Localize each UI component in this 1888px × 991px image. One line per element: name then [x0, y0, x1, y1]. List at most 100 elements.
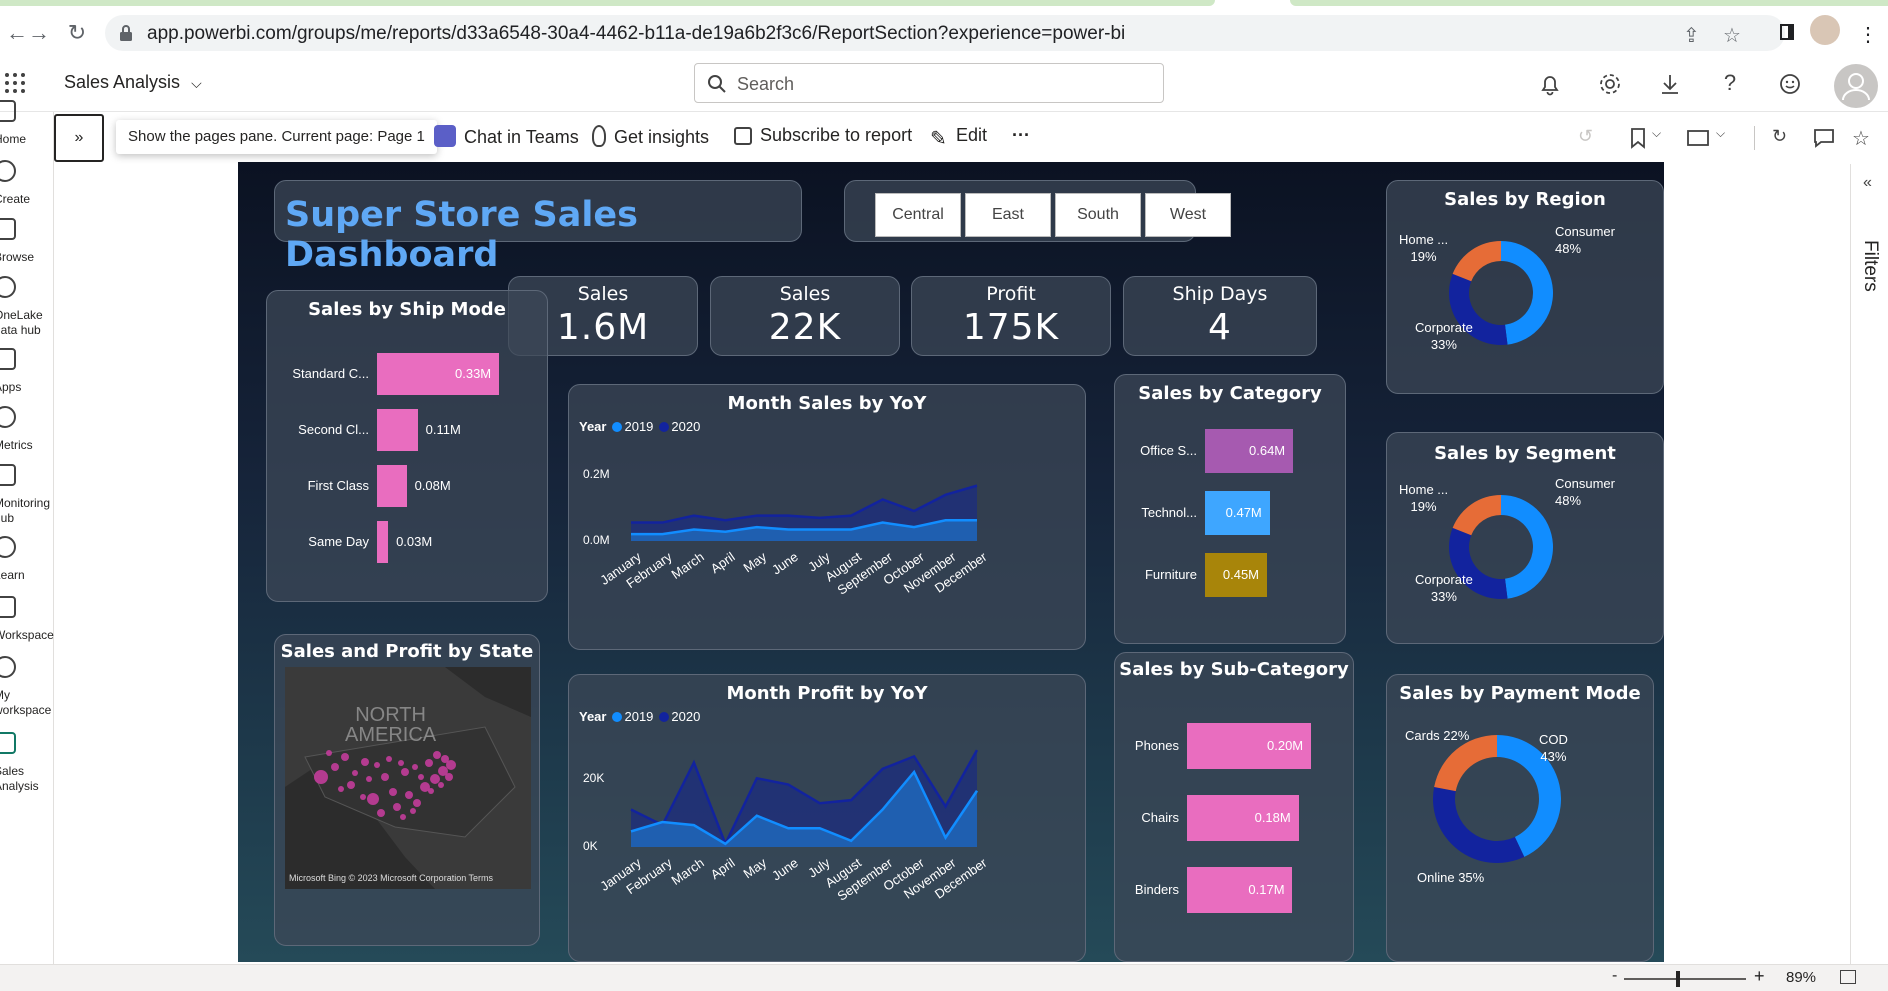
map-bubble[interactable]: [425, 759, 433, 767]
map-bubble[interactable]: [341, 753, 349, 761]
star-icon[interactable]: ☆: [1723, 23, 1741, 48]
download-icon[interactable]: [1656, 70, 1684, 98]
map-bubble[interactable]: [398, 760, 404, 766]
map-bubble[interactable]: [393, 803, 401, 811]
map-bubble[interactable]: [418, 774, 424, 780]
edit-button[interactable]: ✎ Edit: [930, 125, 987, 150]
favorite-star-icon[interactable]: ☆: [1852, 126, 1876, 150]
chart-sales-by-segment[interactable]: Sales by Segment Consumer 48% Corporate 3…: [1386, 432, 1664, 644]
slicer-south[interactable]: South: [1055, 193, 1141, 237]
map-bubble[interactable]: [430, 774, 440, 784]
chart-month-profit-by-yoy[interactable]: Month Profit by YoY Year 2019 2020 20K 0K Jan…: [568, 674, 1086, 962]
help-icon[interactable]: ?: [1716, 70, 1744, 98]
map-bubble[interactable]: [326, 750, 332, 756]
search-input[interactable]: Search: [694, 63, 1164, 103]
map-bubble[interactable]: [338, 786, 344, 792]
donut-slice[interactable]: [1452, 241, 1501, 282]
subscribe-button[interactable]: Subscribe to report: [734, 125, 912, 146]
map-bubble[interactable]: [347, 781, 355, 789]
map-bubble[interactable]: [367, 793, 379, 805]
url-field[interactable]: app.powerbi.com/groups/me/reports/d33a65…: [105, 15, 1785, 51]
map-bubble[interactable]: [400, 814, 406, 820]
app-name-dropdown[interactable]: Sales Analysis ⌵: [64, 72, 202, 93]
state-map[interactable]: NORTH AMERICA Microsoft Bing © 2023 Micr…: [285, 667, 531, 889]
chart-sales-by-sub-category[interactable]: Sales by Sub-Category Phones 0.20M Chairs 0…: [1114, 652, 1354, 962]
app-launcher-icon[interactable]: [4, 72, 26, 94]
map-bubble[interactable]: [413, 799, 421, 807]
area-plot[interactable]: [631, 481, 978, 541]
map-bubble[interactable]: [374, 762, 380, 768]
chart-title: Sales by Ship Mode: [308, 299, 506, 320]
bell-icon[interactable]: [1536, 70, 1564, 98]
feedback-smiley-icon[interactable]: [1776, 70, 1804, 98]
onelake-icon: [0, 276, 16, 298]
map-bubble[interactable]: [438, 782, 444, 788]
gear-icon[interactable]: [1596, 70, 1624, 98]
chat-in-teams-button[interactable]: Chat in Teams: [434, 125, 579, 148]
zoom-slider[interactable]: [1624, 971, 1746, 987]
slicer-central[interactable]: Central: [875, 193, 961, 237]
map-bubble[interactable]: [428, 788, 434, 794]
forward-arrow-icon[interactable]: →: [24, 18, 54, 48]
map-bubble[interactable]: [377, 809, 385, 817]
bar[interactable]: [377, 409, 418, 451]
more-options-button[interactable]: ···: [1012, 125, 1030, 146]
map-bubble[interactable]: [386, 756, 392, 762]
slicer-west[interactable]: West: [1145, 193, 1231, 237]
map-bubble[interactable]: [360, 794, 366, 800]
map-bubble[interactable]: [331, 763, 339, 771]
collapse-chevron-icon[interactable]: «: [1863, 174, 1872, 192]
bookmark-icon[interactable]: [1626, 126, 1650, 150]
map-bubble[interactable]: [361, 758, 369, 766]
view-chevron-icon[interactable]: ⌵: [1716, 126, 1740, 150]
comment-icon[interactable]: [1812, 126, 1836, 150]
area-plot[interactable]: [630, 747, 979, 848]
zoom-out-button[interactable]: -: [1612, 967, 1617, 985]
map-bubble[interactable]: [366, 776, 372, 782]
chart-sales-by-category[interactable]: Sales by Category Office S... 0.64M Techno…: [1114, 374, 1346, 644]
map-bubble[interactable]: [389, 788, 397, 796]
bar[interactable]: [377, 521, 389, 563]
filters-pane[interactable]: « Filters: [1850, 164, 1888, 964]
map-bubble[interactable]: [410, 808, 416, 814]
chart-sales-by-payment-mode[interactable]: Sales by Payment Mode COD 43% Online 35% C…: [1386, 674, 1654, 962]
bar-category-label: Binders: [1134, 882, 1179, 897]
pages-pane-button[interactable]: »: [54, 114, 104, 162]
person-icon: [1842, 73, 1870, 101]
map-bubble[interactable]: [314, 770, 328, 784]
chart-sales-by-region[interactable]: Sales by Region Consumer 48% Corporate 33…: [1386, 180, 1664, 394]
bookmark-chevron-icon[interactable]: ⌵: [1652, 126, 1676, 150]
map-bubble[interactable]: [352, 770, 358, 776]
map-bubble[interactable]: [433, 751, 441, 759]
bar[interactable]: [377, 465, 407, 507]
map-bubble[interactable]: [381, 773, 389, 781]
refresh-icon[interactable]: ↻: [1772, 126, 1796, 150]
fit-to-page-icon[interactable]: [1840, 970, 1856, 984]
map-bubble[interactable]: [441, 755, 449, 763]
bar-data-label: 0.33M: [455, 366, 492, 381]
chart-month-sales-by-yoy[interactable]: Month Sales by YoY Year 2019 2020 0.2M 0.0M J…: [568, 384, 1086, 650]
account-avatar[interactable]: [1834, 64, 1878, 108]
donut-slice[interactable]: [1501, 495, 1553, 599]
donut-slice[interactable]: [1452, 495, 1501, 536]
view-icon[interactable]: [1686, 126, 1710, 150]
donut-slice[interactable]: [1433, 787, 1525, 863]
reload-icon[interactable]: ↻: [62, 18, 92, 48]
map-bubble[interactable]: [412, 764, 418, 770]
get-insights-button[interactable]: Get insights: [592, 125, 709, 148]
zoom-in-button[interactable]: +: [1754, 966, 1765, 987]
sidebar-toggle-icon[interactable]: [1780, 24, 1794, 40]
bar-category-label: Furniture: [1144, 567, 1197, 582]
browser-menu-icon[interactable]: ⋮: [1858, 22, 1878, 47]
slicer-east[interactable]: East: [965, 193, 1051, 237]
share-icon[interactable]: ⇪: [1683, 23, 1700, 48]
chart-sales-by-ship-mode[interactable]: Sales by Ship Mode Standard C... 0.33M Sec…: [266, 290, 548, 602]
undo-icon[interactable]: ↺: [1578, 126, 1602, 150]
map-bubble[interactable]: [405, 791, 413, 799]
map-bubble[interactable]: [445, 773, 453, 781]
chart-sales-profit-by-state[interactable]: Sales and Profit by State NORTH AMERICA …: [274, 634, 540, 946]
profile-avatar[interactable]: [1810, 15, 1840, 45]
donut-slice[interactable]: [1501, 241, 1553, 345]
zoom-slider-thumb[interactable]: [1676, 971, 1680, 987]
map-bubble[interactable]: [401, 768, 409, 776]
